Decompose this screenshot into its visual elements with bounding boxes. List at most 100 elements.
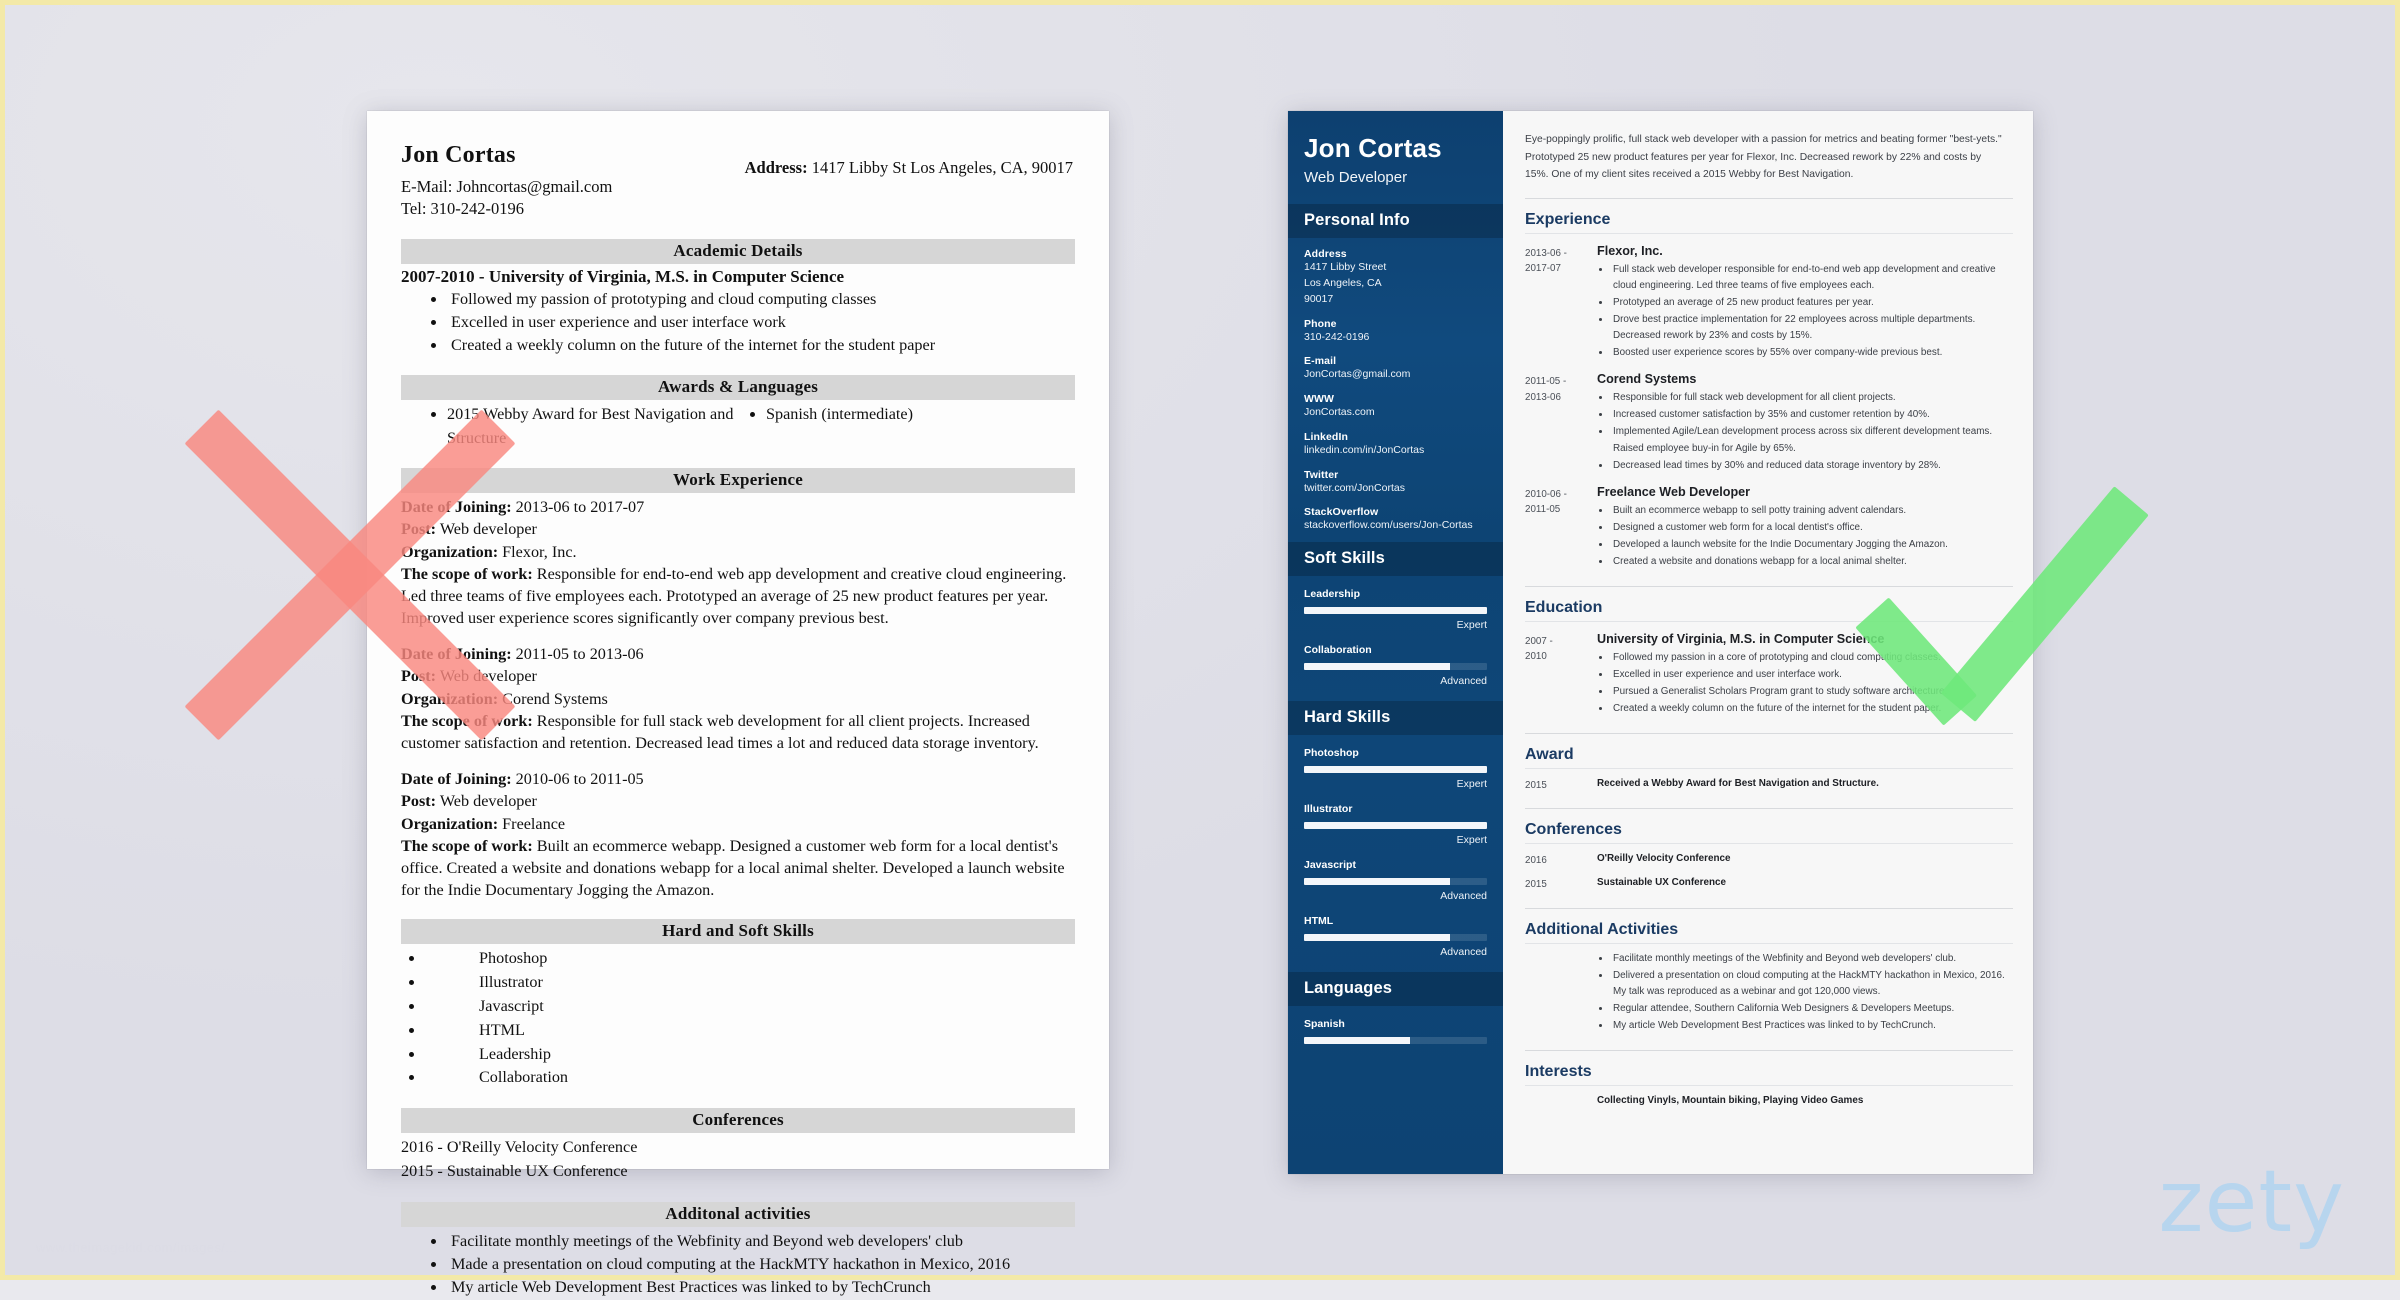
sidebar-section-languages: Languages: [1288, 972, 1503, 1007]
skill-progress-fill: [1304, 766, 1487, 774]
left-job-org: Flexor, Inc.: [502, 542, 577, 561]
left-job-scope-label: The scope of work:: [401, 564, 533, 583]
skill-progress-fill: [1304, 878, 1451, 886]
entry-org: Flexor, Inc.: [1597, 244, 1663, 259]
entry-date: 2010-06 - 2011-05: [1525, 488, 1567, 515]
list-item: Illustrator: [425, 971, 1075, 995]
left-section-additional-title: Additonal activities: [401, 1201, 1075, 1227]
entry-date-spacer: [1525, 1093, 1597, 1106]
list-item: My article Web Development Best Practice…: [1611, 1018, 2013, 1034]
info-value: 1417 Libby Street Los Angeles, CA 90017: [1304, 261, 1387, 305]
entry-date: 2016: [1525, 855, 1547, 867]
left-job-entry: Date of Joining: 2013-06 to 2017-07 Post…: [401, 496, 1075, 629]
left-section-academic-title: Academic Details: [401, 238, 1075, 264]
left-awards-col: 2015 Webby Award for Best Navigation and…: [401, 403, 738, 450]
education-entry: 2007 - 2010 University of Virginia, M.S.…: [1525, 632, 2013, 718]
list-item: Responsible for full stack web developme…: [1611, 390, 2013, 406]
bad-resume-document: Jon Cortas E-Mail: Johncortas@gmail.com …: [367, 111, 1109, 1296]
left-job-date-label: Date of Joining:: [401, 770, 512, 789]
skill-item: Javascript Advanced: [1304, 859, 1487, 902]
list-item: Excelled in user experience and user int…: [1611, 667, 2013, 683]
left-job-post: Web developer: [439, 520, 537, 539]
additional-activities-entry: Facilitate monthly meetings of the Webfi…: [1525, 951, 2013, 1035]
experience-entry: 2010-06 - 2011-05 Freelance Web Develope…: [1525, 485, 2013, 571]
left-job-date-label: Date of Joining:: [401, 498, 512, 517]
skill-level: Advanced: [1440, 946, 1487, 959]
entry-date: 2015: [1525, 879, 1547, 891]
soft-skills-list: Leadership Expert Collaboration Advanced: [1288, 576, 1503, 701]
info-label: Address: [1304, 248, 1347, 261]
left-awards-languages: 2015 Webby Award for Best Navigation and…: [401, 403, 1075, 450]
skill-level: Advanced: [1440, 890, 1487, 903]
left-job-org-label: Organization:: [401, 814, 499, 833]
left-job-post: Web developer: [439, 792, 537, 811]
left-tel: Tel: 310-242-0196: [401, 199, 525, 219]
left-candidate-name: Jon Cortas: [401, 142, 516, 168]
entry-date: 2011-05 - 2013-06: [1525, 376, 1567, 403]
left-job-date: 2010-06 to 2011-05: [515, 770, 644, 789]
info-label: E-mail: [1304, 355, 1337, 368]
hard-skills-list: Photoshop Expert Illustrator Expert Java…: [1288, 735, 1503, 972]
left-conferences-list: 2016 - O'Reilly Velocity Conference 2015…: [401, 1136, 1075, 1184]
entry-date: 2015: [1525, 780, 1547, 791]
source-watermark: www.theimagekid.com/images/...: [36, 1240, 238, 1255]
left-job-post-label: Post:: [401, 667, 437, 686]
list-item: Decreased lead times by 30% and reduced …: [1611, 458, 2013, 474]
skill-name: Javascript: [1304, 859, 1356, 872]
list-item: Created a weekly column on the future of…: [447, 334, 1075, 357]
heading-experience: Experience: [1525, 198, 2013, 235]
skill-item: Collaboration Advanced: [1304, 644, 1487, 687]
skill-name: Photoshop: [1304, 747, 1359, 760]
info-label: Twitter: [1304, 468, 1339, 481]
list-item: 2015 - Sustainable UX Conference: [401, 1162, 628, 1181]
entry-text: O'Reilly Velocity Conference: [1597, 853, 1731, 865]
left-job-org-label: Organization:: [401, 689, 499, 708]
heading-conferences: Conferences: [1525, 808, 2013, 845]
resume-sidebar: Jon Cortas Web Developer Personal Info A…: [1288, 111, 1503, 1174]
skill-name: Leadership: [1304, 588, 1361, 601]
left-email: E-Mail: Johncortas@gmail.com: [401, 176, 613, 196]
list-item: Facilitate monthly meetings of the Webfi…: [1611, 951, 2013, 967]
list-item: Leadership: [425, 1043, 1075, 1067]
list-item: Facilitate monthly meetings of the Webfi…: [447, 1230, 1075, 1253]
list-item: Implemented Agile/Lean development proce…: [1611, 424, 2013, 456]
list-item: Pursued a Generalist Scholars Program gr…: [1611, 684, 2013, 700]
left-job-org-label: Organization:: [401, 542, 499, 561]
skill-level: Expert: [1456, 778, 1487, 791]
skill-progress-bar: [1304, 878, 1487, 886]
conference-entry: 2015 Sustainable UX Conference: [1525, 875, 2013, 892]
left-section-conferences-title: Conferences: [401, 1108, 1075, 1134]
heading-award: Award: [1525, 733, 2013, 769]
right-summary: Eye-poppingly prolific, full stack web d…: [1525, 134, 2002, 181]
skill-name: Collaboration: [1304, 644, 1372, 657]
left-address: Address: 1417 Libby St Los Angeles, CA, …: [745, 139, 1075, 178]
entry-org: University of Virginia, M.S. in Computer…: [1597, 631, 1885, 646]
list-item: Full stack web developer responsible for…: [1611, 262, 2013, 294]
left-job-entry: Date of Joining: 2010-06 to 2011-05 Post…: [401, 768, 1075, 901]
right-candidate-name: Jon Cortas: [1304, 133, 1442, 163]
personal-info-list: Address 1417 Libby Street Los Angeles, C…: [1288, 238, 1503, 542]
skill-item: Illustrator Expert: [1304, 803, 1487, 846]
skill-progress-bar: [1304, 663, 1487, 671]
left-job-org: Freelance: [502, 814, 566, 833]
list-item: Photoshop: [425, 947, 1075, 971]
skill-name: HTML: [1304, 915, 1334, 928]
heading-education: Education: [1525, 585, 2013, 622]
zety-brand-logo: zety: [2158, 1152, 2345, 1252]
list-item: 2015 Webby Award for Best Navigation and…: [447, 403, 738, 450]
entry-org: Freelance Web Developer: [1597, 484, 1751, 499]
list-item: Drove best practice implementation for 2…: [1611, 312, 2013, 344]
left-job-post-label: Post:: [401, 792, 437, 811]
left-contact-block: Jon Cortas E-Mail: Johncortas@gmail.com …: [401, 139, 612, 221]
award-entry: 2015 Received a Webby Award for Best Nav…: [1525, 776, 2013, 793]
list-item: Developed a launch website for the Indie…: [1611, 537, 2013, 553]
list-item: Prototyped an average of 25 new product …: [1611, 295, 2013, 311]
left-address-label: Address:: [744, 158, 808, 177]
left-academic-bullets: Followed my passion of prototyping and c…: [447, 288, 1075, 358]
list-item: Regular attendee, Southern California We…: [1611, 1001, 2013, 1017]
sidebar-section-personal-info: Personal Info: [1288, 204, 1503, 239]
good-resume-document: Jon Cortas Web Developer Personal Info A…: [1288, 111, 2033, 1174]
list-item: Made a presentation on cloud computing a…: [447, 1253, 1075, 1276]
conference-entry: 2016 O'Reilly Velocity Conference: [1525, 851, 2013, 868]
list-item: Built an ecommerce webapp to sell potty …: [1611, 503, 2013, 519]
